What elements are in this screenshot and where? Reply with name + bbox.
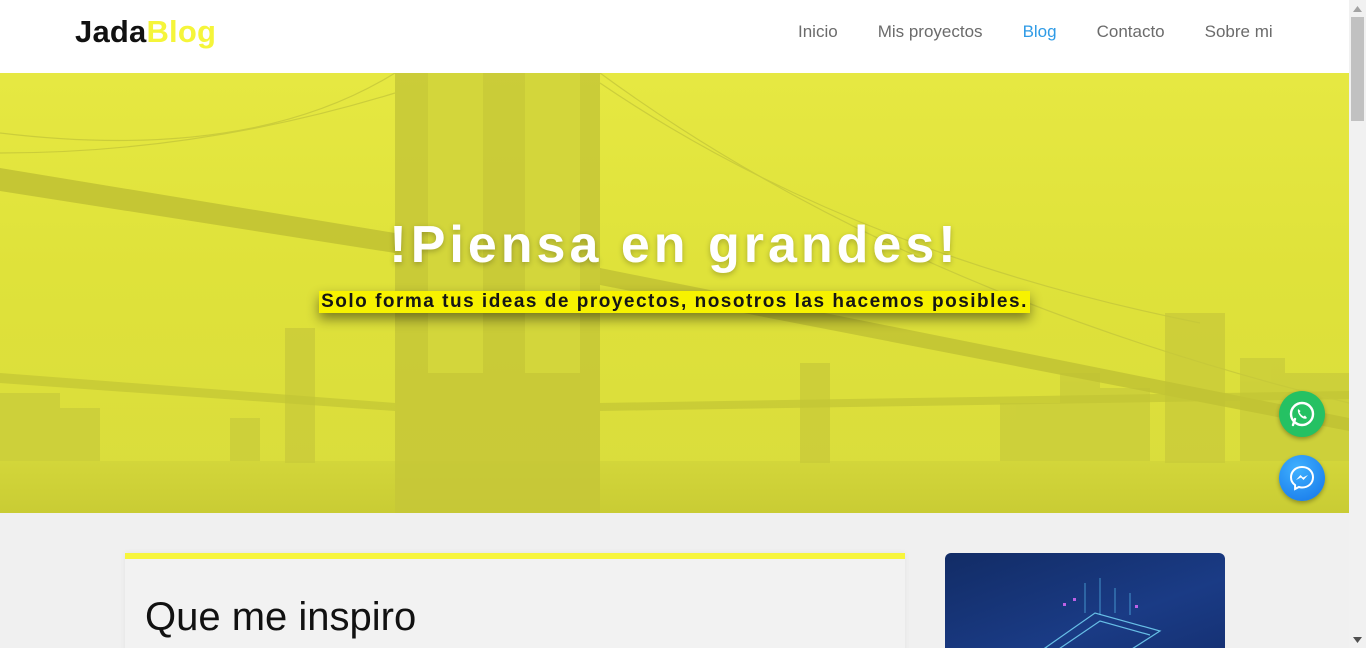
brand-logo[interactable]: JadaBlog — [75, 14, 216, 50]
top-navbar: JadaBlog Inicio Mis proyectos Blog Conta… — [0, 0, 1349, 73]
messenger-button[interactable] — [1279, 455, 1325, 501]
post-card: Que me inspiro — [125, 553, 905, 648]
scroll-up-arrow-icon[interactable] — [1349, 0, 1366, 17]
nav-link-mis-proyectos[interactable]: Mis proyectos — [878, 22, 983, 42]
hero-title: !Piensa en grandes! — [389, 216, 960, 274]
sidebar-image-card[interactable] — [945, 553, 1225, 648]
brand-part-1: Jada — [75, 14, 147, 49]
messenger-icon — [1289, 465, 1315, 491]
whatsapp-icon — [1289, 401, 1315, 427]
page-scrollbar[interactable] — [1349, 0, 1366, 648]
nav-link-contacto[interactable]: Contacto — [1097, 22, 1165, 42]
scrollbar-thumb[interactable] — [1351, 17, 1364, 121]
scroll-down-arrow-icon[interactable] — [1349, 631, 1366, 648]
nav-link-blog[interactable]: Blog — [1023, 22, 1057, 42]
sidebar-code-image — [1043, 578, 1162, 648]
whatsapp-button[interactable] — [1279, 391, 1325, 437]
nav-link-sobre-mi[interactable]: Sobre mi — [1205, 22, 1273, 42]
nav-link-inicio[interactable]: Inicio — [798, 22, 838, 42]
brand-part-2: Blog — [146, 14, 217, 49]
hero-subtitle: Solo forma tus ideas de proyectos, nosot… — [319, 291, 1030, 313]
section-title: Que me inspiro — [145, 595, 417, 639]
nav-menu: Inicio Mis proyectos Blog Contacto Sobre… — [798, 22, 1313, 42]
hero-banner: !Piensa en grandes! Solo forma tus ideas… — [0, 73, 1349, 513]
